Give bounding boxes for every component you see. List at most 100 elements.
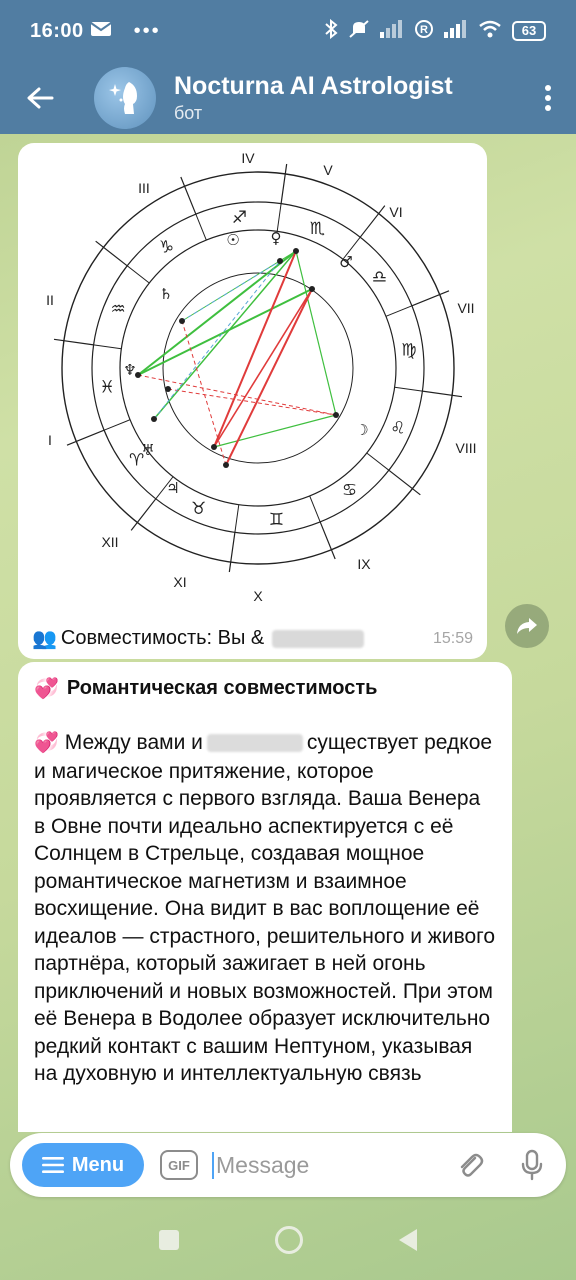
house-numeral-viii: VIII (455, 440, 476, 456)
system-back-button[interactable] (399, 1229, 417, 1251)
chat-header: Nocturna AI Astrologist бот (0, 62, 576, 134)
sign-divider (394, 386, 423, 392)
message-timestamp: 15:59 (432, 629, 473, 647)
sign-divider (126, 265, 150, 284)
sign-divider (309, 495, 321, 523)
sign-divider (195, 213, 207, 241)
zodiac-sign-icon: ♌ (390, 418, 405, 438)
two-hearts-icon: 💞 (34, 678, 59, 700)
planet-marker (293, 248, 299, 254)
kebab-menu-icon (545, 85, 551, 111)
bot-menu-button[interactable]: Menu (22, 1143, 144, 1187)
chart-caption: 👥 Совместимость: Вы & 15:59 (32, 626, 473, 651)
zodiac-sign-icon: ♉ (191, 499, 206, 519)
house-numeral-xii: XII (101, 534, 118, 550)
two-hearts-icon: 💞 (34, 732, 59, 754)
status-bar: 16:00 ••• R 63 (0, 0, 576, 62)
people-icon: 👥 (32, 628, 57, 650)
more-icon: ••• (133, 19, 161, 42)
microphone-button[interactable] (510, 1143, 554, 1187)
zodiac-sign-icon: ♋ (342, 480, 357, 500)
nocturna-logo-icon (109, 82, 137, 114)
more-options-button[interactable] (520, 85, 576, 111)
body-start: Между вами и (64, 731, 203, 754)
aspect-line (153, 250, 297, 420)
gif-button[interactable]: GIF (160, 1150, 198, 1180)
wifi-icon (478, 20, 502, 43)
sign-divider (234, 504, 240, 533)
bot-avatar[interactable] (94, 67, 156, 129)
planet-marker (223, 462, 229, 468)
menu-label: Menu (71, 1153, 125, 1176)
blurred-name (206, 734, 303, 753)
planet-marker (165, 386, 171, 392)
status-time: 16:00 (30, 19, 84, 42)
battery-icon: 63 (512, 21, 546, 41)
heading-text: Романтическая совместимость (66, 677, 378, 699)
planet-glyph-icon: ♆ (123, 361, 136, 379)
planet-glyph-icon: ♃ (166, 479, 179, 497)
planet-glyph-icon: ♂ (339, 253, 352, 271)
planet-glyph-icon: ♅ (141, 441, 154, 459)
house-numeral-ix: IX (357, 556, 371, 572)
share-button[interactable] (505, 604, 549, 648)
sign-divider (385, 305, 413, 317)
house-cusp (95, 240, 128, 267)
bluetooth-icon (324, 18, 338, 44)
planet-marker (179, 318, 185, 324)
share-arrow-icon (517, 618, 537, 634)
zodiac-sign-icon: ♑ (159, 238, 174, 258)
message-input[interactable] (212, 1151, 432, 1179)
house-numeral-v: V (323, 162, 333, 178)
house-cusp (359, 205, 386, 238)
sign-divider (366, 452, 390, 471)
zodiac-sign-icon: ♎ (372, 268, 387, 288)
zodiac-sign-icon: ♒ (110, 300, 125, 320)
planet-glyph-icon: ♄ (159, 285, 172, 303)
house-cusp (388, 469, 421, 496)
zodiac-sign-icon: ♍ (401, 340, 416, 360)
mute-icon (348, 19, 370, 44)
mail-icon (90, 20, 112, 43)
sign-divider (276, 203, 282, 232)
system-navigation-bar (0, 1200, 576, 1280)
svg-text:R: R (420, 24, 428, 36)
chat-subtitle: бот (174, 103, 203, 123)
message-heading: 💞 Романтическая совместимость (34, 676, 496, 701)
home-button[interactable] (275, 1226, 303, 1254)
planet-glyph-icon: ☽ (355, 421, 368, 439)
planet-marker (277, 258, 283, 264)
planet-glyph-icon: ♀ (271, 229, 282, 247)
house-numeral-x: X (253, 588, 263, 604)
house-numeral-vii: VII (457, 300, 474, 316)
chart-message[interactable]: I II III IV V VI VII VIII IX X XI XII ♒ ♑ ♐ ♏ ♎ ♍ ♌ ♋ ♊ ♉ ♈ ♓ ☉ ♀… (18, 143, 487, 659)
planet-marker (333, 412, 339, 418)
house-numeral-ii: II (46, 292, 54, 308)
planet-ring (119, 229, 397, 507)
zodiac-ring (91, 201, 425, 535)
house-numeral-iv: IV (241, 150, 255, 166)
microphone-icon (521, 1149, 543, 1181)
house-numeral-iii: III (138, 180, 150, 196)
house-cusp (228, 532, 236, 573)
house-numeral-i: I (48, 432, 52, 448)
attach-button[interactable] (448, 1143, 492, 1187)
planet-glyph-icon: ☉ (226, 231, 239, 249)
planet-marker (309, 286, 315, 292)
signal-icon (380, 19, 404, 43)
hamburger-icon (41, 1157, 64, 1173)
zodiac-sign-icon: ♐ (232, 208, 247, 228)
registered-icon: R (414, 19, 434, 44)
outer-ring (61, 171, 455, 565)
recents-button[interactable] (159, 1230, 179, 1250)
zodiac-sign-icon: ♊ (269, 510, 284, 530)
caption-text: Совместимость: Вы & (60, 627, 265, 649)
body-rest: существует редкое и магическое притяжени… (34, 731, 496, 1085)
text-message[interactable]: 💞 Романтическая совместимость 💞 Между ва… (18, 662, 512, 1132)
back-button[interactable] (0, 62, 80, 134)
planet-marker (211, 444, 217, 450)
natal-chart-image[interactable]: IIIIIIIVVVIVIIVIIIIXXXIXII♒♑♐♏♎♍♌♋♊♉♈♓☉ ♀… (18, 143, 487, 613)
sign-divider (93, 344, 122, 350)
message-body: 💞 Между вами и существует редкое и магиче… (34, 729, 496, 1088)
zodiac-sign-icon: ♏ (310, 219, 325, 239)
